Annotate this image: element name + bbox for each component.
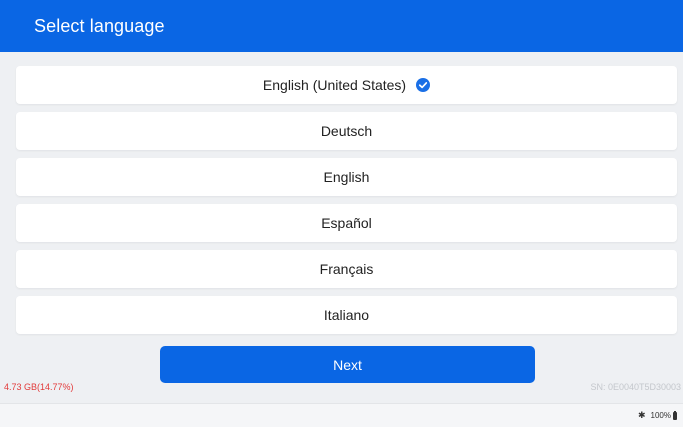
language-option-italiano[interactable]: Italiano bbox=[16, 296, 677, 334]
language-label: Français bbox=[319, 261, 374, 277]
bluetooth-icon: ✱ bbox=[637, 410, 646, 420]
language-option-english[interactable]: English bbox=[16, 158, 677, 196]
language-option-espanol[interactable]: Español bbox=[16, 204, 677, 242]
status-bar: ✱ 100% bbox=[0, 403, 683, 427]
language-list: English (United States) Deutsch English … bbox=[16, 66, 677, 342]
battery-level: 100% bbox=[650, 411, 671, 420]
language-label: English (United States) bbox=[262, 77, 407, 93]
language-option-francais[interactable]: Français bbox=[16, 250, 677, 288]
check-circle-icon bbox=[416, 78, 431, 92]
language-label: English bbox=[323, 169, 370, 185]
language-label: Deutsch bbox=[320, 123, 373, 139]
language-option-deutsch[interactable]: Deutsch bbox=[16, 112, 677, 150]
language-option-english-us[interactable]: English (United States) bbox=[16, 66, 677, 104]
serial-number: SN: 0E0040T5D30003 bbox=[590, 382, 681, 392]
next-button[interactable]: Next bbox=[160, 346, 535, 383]
battery-icon bbox=[673, 410, 677, 420]
language-label: Español bbox=[321, 215, 372, 231]
page-title: Select language bbox=[34, 15, 165, 36]
status-indicators: ✱ 100% bbox=[637, 410, 677, 420]
storage-usage: 4.73 GB(14.77%) bbox=[4, 382, 74, 392]
app-header: Select language bbox=[0, 0, 683, 52]
language-label: Italiano bbox=[323, 307, 370, 323]
